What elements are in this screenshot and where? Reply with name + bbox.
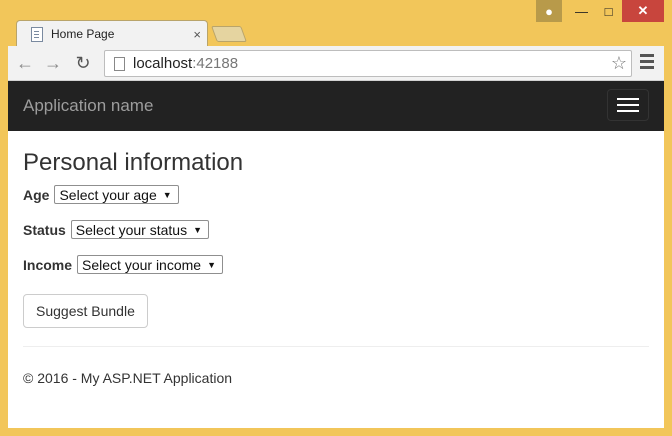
status-select-value: Select your status <box>75 221 188 238</box>
brand-link[interactable]: Application name <box>23 96 153 116</box>
bookmark-star-icon[interactable]: ☆ <box>611 53 627 74</box>
window-controls: ● — □ ✕ <box>536 0 664 22</box>
url-host: localhost <box>133 55 193 72</box>
page-heading: Personal information <box>23 149 244 176</box>
browser-window: ● — □ ✕ Home Page × ← → ↻ localhost:4218… <box>0 0 672 436</box>
back-arrow-icon[interactable]: ← <box>14 52 36 74</box>
forward-arrow-icon[interactable]: → <box>42 52 64 74</box>
reload-icon[interactable]: ↻ <box>72 52 94 74</box>
browser-menu-icon[interactable] <box>640 54 654 72</box>
close-window-button[interactable]: ✕ <box>622 0 664 22</box>
user-profile-icon[interactable]: ● <box>536 0 562 22</box>
age-select-value: Select your age <box>59 186 157 203</box>
new-tab-button[interactable] <box>211 26 247 42</box>
page-viewport: Application name Personal information Ag… <box>8 81 664 428</box>
hamburger-menu-icon[interactable] <box>607 89 649 121</box>
main-content: Personal information Age Select your age… <box>23 149 649 328</box>
status-label: Status <box>23 221 66 238</box>
browser-tab[interactable]: Home Page × <box>16 20 208 47</box>
dropdown-arrow-icon: ▼ <box>193 224 202 235</box>
status-field: Status Select your status ▼ <box>23 220 649 239</box>
status-select[interactable]: Select your status ▼ <box>70 220 209 239</box>
app-navbar: Application name <box>8 81 664 131</box>
dropdown-arrow-icon: ▼ <box>207 259 216 270</box>
page-info-icon[interactable] <box>114 56 125 71</box>
browser-toolbar: ← → ↻ localhost:42188 ☆ <box>8 46 664 81</box>
age-select[interactable]: Select your age ▼ <box>54 185 179 204</box>
maximize-button[interactable]: □ <box>595 0 622 22</box>
tab-close-icon[interactable]: × <box>193 27 201 42</box>
address-bar[interactable]: localhost:42188 ☆ <box>104 50 632 77</box>
footer-divider <box>23 346 649 347</box>
age-field: Age Select your age ▼ <box>23 185 649 204</box>
footer-text: © 2016 - My ASP.NET Application <box>23 370 233 386</box>
dropdown-arrow-icon: ▼ <box>162 189 172 200</box>
tab-title: Home Page <box>51 27 115 41</box>
income-label: Income <box>23 256 73 273</box>
income-field: Income Select your income ▼ <box>23 255 649 274</box>
url-port: :42188 <box>192 55 239 72</box>
page-icon <box>31 26 43 42</box>
income-select[interactable]: Select your income ▼ <box>77 255 223 274</box>
income-select-value: Select your income <box>82 256 202 273</box>
suggest-bundle-button[interactable]: Suggest Bundle <box>23 294 148 328</box>
age-label: Age <box>23 186 50 203</box>
minimize-button[interactable]: — <box>568 0 595 22</box>
